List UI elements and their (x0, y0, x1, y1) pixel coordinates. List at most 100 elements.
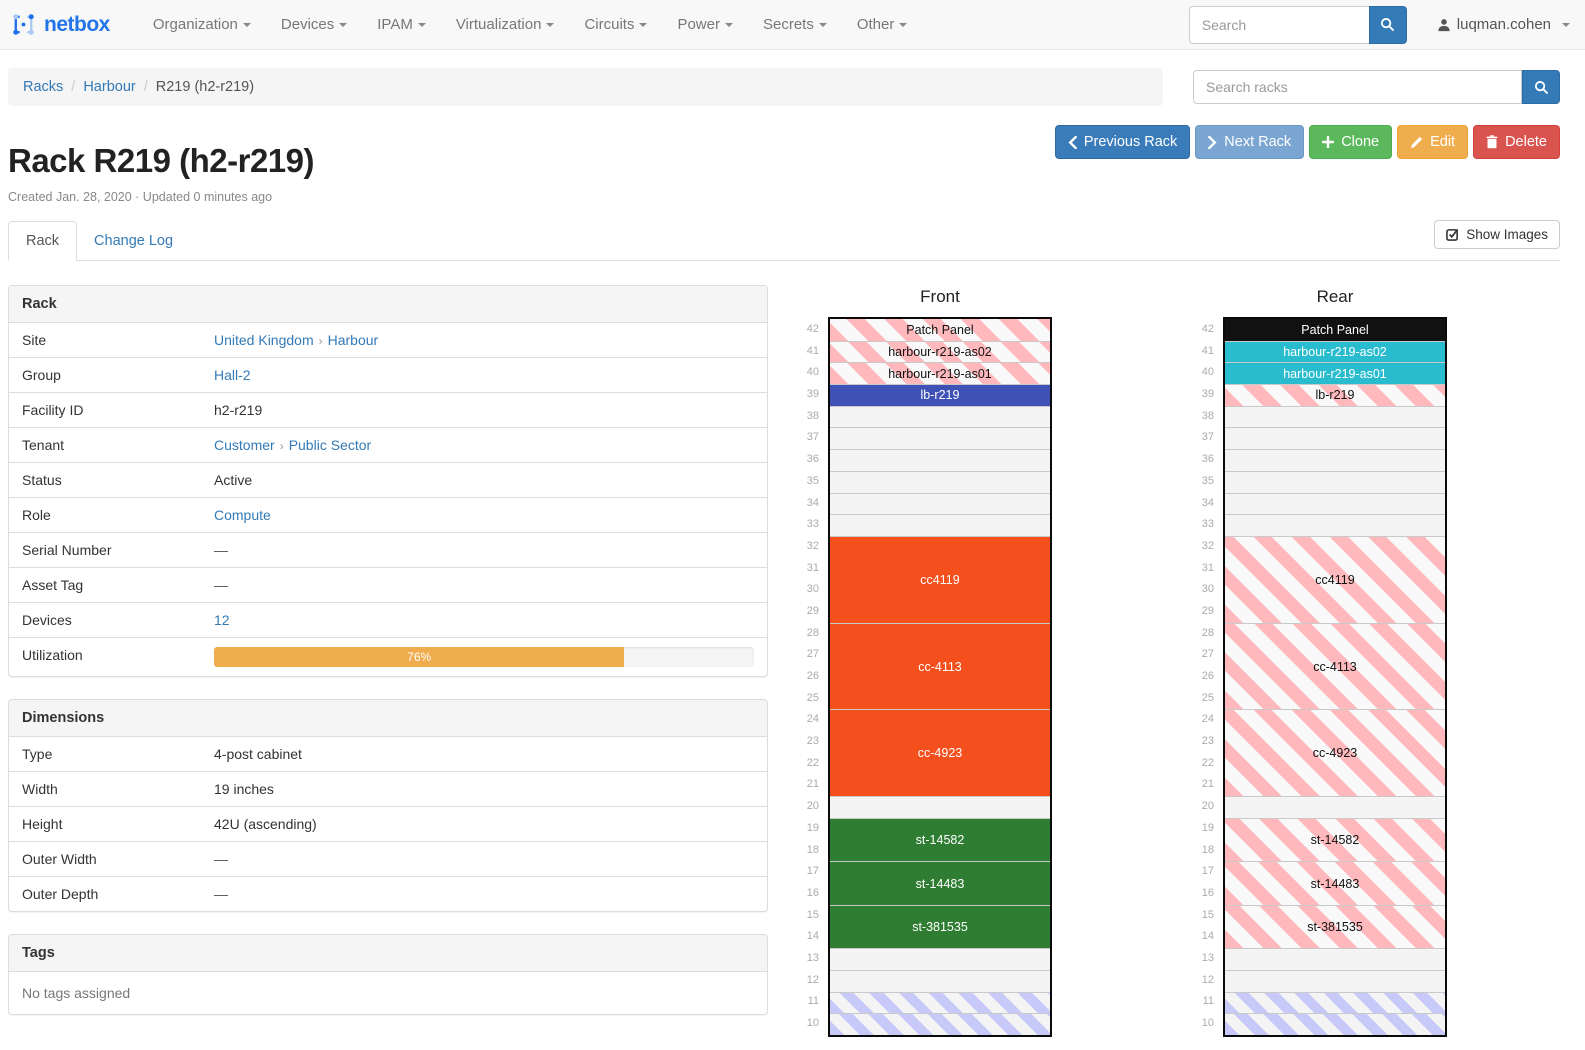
rack-unit-reserved (1225, 1013, 1445, 1035)
navbar-search-button[interactable] (1369, 6, 1407, 44)
unit-number: 22 (794, 753, 819, 775)
attribute-link[interactable]: Harbour (328, 332, 379, 348)
attribute-label: Asset Tag (9, 568, 206, 602)
pencil-icon (1410, 136, 1423, 149)
unit-number: 25 (794, 688, 819, 710)
rack-unit-device[interactable]: harbour-r219-as01 (1225, 362, 1445, 384)
caret-down-icon (418, 23, 426, 27)
attribute-link[interactable]: Customer (214, 437, 275, 453)
rack-unit-device[interactable]: cc4119 (830, 536, 1050, 623)
attribute-link[interactable]: Public Sector (289, 437, 371, 453)
netbox-brand[interactable]: netbox (10, 11, 110, 38)
attribute-value: h2-r219 (206, 393, 767, 427)
rack-unit-empty (830, 427, 1050, 449)
attribute-link[interactable]: United Kingdom (214, 332, 314, 348)
tab-rack[interactable]: Rack (8, 221, 77, 261)
navbar-search-input[interactable] (1189, 6, 1369, 44)
attribute-link[interactable]: Hall-2 (214, 367, 251, 383)
attribute-row: GroupHall-2 (9, 357, 767, 392)
breadcrumb-link[interactable]: Racks (23, 79, 63, 95)
unit-number: 37 (794, 427, 819, 449)
nav-item-circuits[interactable]: Circuits (569, 0, 662, 50)
utilization-progress-fill: 76% (214, 647, 624, 667)
delete-button[interactable]: Delete (1473, 125, 1560, 159)
rack-unit-device[interactable]: st-14483 (1225, 861, 1445, 904)
rack-unit-device[interactable]: Patch Panel (830, 319, 1050, 341)
attribute-row: Height42U (ascending) (9, 806, 767, 841)
attribute-row: Facility IDh2-r219 (9, 392, 767, 427)
attribute-value: — (206, 877, 767, 911)
rack-search-button[interactable] (1522, 70, 1560, 104)
rack-unit-empty (830, 514, 1050, 536)
unit-number: 41 (1189, 341, 1214, 363)
breadcrumb-link[interactable]: Harbour (83, 79, 135, 95)
nav-item-label: Virtualization (456, 16, 542, 33)
attribute-label: Devices (9, 603, 206, 637)
unit-number: 13 (1189, 948, 1214, 970)
rack-unit-device[interactable]: harbour-r219-as02 (1225, 341, 1445, 363)
rack-unit-device[interactable]: st-14582 (830, 818, 1050, 861)
unit-number: 34 (794, 493, 819, 515)
unit-number: 22 (1189, 753, 1214, 775)
rack-unit-device[interactable]: st-14582 (1225, 818, 1445, 861)
tags-empty-text: No tags assigned (9, 972, 767, 1014)
breadcrumb: Racks/Harbour/R219 (h2-r219) (8, 68, 1163, 106)
unit-number: 20 (1189, 796, 1214, 818)
search-icon (1380, 17, 1395, 32)
nav-item-secrets[interactable]: Secrets (748, 0, 842, 50)
nav-item-devices[interactable]: Devices (266, 0, 362, 50)
unit-number: 19 (1189, 818, 1214, 840)
attribute-link[interactable]: Compute (214, 507, 271, 523)
user-icon (1437, 18, 1451, 32)
attribute-value: 76% (206, 638, 767, 676)
unit-number: 31 (794, 558, 819, 580)
previous-rack-button[interactable]: Previous Rack (1055, 125, 1190, 159)
unit-number: 23 (794, 731, 819, 753)
rack-unit-device[interactable]: cc-4923 (1225, 709, 1445, 796)
caret-down-icon (1562, 23, 1570, 27)
rack-unit-device[interactable]: cc-4923 (830, 709, 1050, 796)
rack-unit-device[interactable]: lb-r219 (1225, 384, 1445, 406)
clone-button[interactable]: Clone (1309, 125, 1392, 159)
nav-item-virtualization[interactable]: Virtualization (441, 0, 570, 50)
unit-number: 16 (794, 883, 819, 905)
nav-item-organization[interactable]: Organization (138, 0, 266, 50)
attribute-label: Width (9, 772, 206, 806)
rack-unit-device[interactable]: st-381535 (830, 905, 1050, 948)
unit-number: 37 (1189, 427, 1214, 449)
nav-item-label: Other (857, 16, 895, 33)
unit-number: 17 (794, 861, 819, 883)
breadcrumb-separator: / (136, 79, 156, 95)
rack-unit-device[interactable]: harbour-r219-as01 (830, 362, 1050, 384)
attribute-row: Outer Width— (9, 841, 767, 876)
show-images-button[interactable]: Show Images (1434, 220, 1560, 249)
nav-item-power[interactable]: Power (662, 0, 748, 50)
tab-change-log[interactable]: Change Log (77, 222, 190, 260)
caret-down-icon (725, 23, 733, 27)
brand-name: netbox (44, 13, 110, 37)
rack-unit-device[interactable]: lb-r219 (830, 384, 1050, 406)
unit-number: 29 (1189, 601, 1214, 623)
attribute-value: — (206, 568, 767, 602)
unit-number: 20 (794, 796, 819, 818)
rack-unit-device[interactable]: Patch Panel (1225, 319, 1445, 341)
rack-unit-device[interactable]: cc-4113 (830, 623, 1050, 710)
unit-number: 11 (1189, 991, 1214, 1013)
rack-unit-device[interactable]: st-381535 (1225, 905, 1445, 948)
rack-unit-device[interactable]: st-14483 (830, 861, 1050, 904)
rack-search-input[interactable] (1193, 70, 1522, 104)
rack-unit-device[interactable]: harbour-r219-as02 (830, 341, 1050, 363)
nav-item-ipam[interactable]: IPAM (362, 0, 441, 50)
caret-down-icon (819, 23, 827, 27)
unit-number: 16 (1189, 883, 1214, 905)
attribute-label: Facility ID (9, 393, 206, 427)
unit-number: 23 (1189, 731, 1214, 753)
rack-unit-device[interactable]: cc-4113 (1225, 623, 1445, 710)
attribute-row: Devices 12 (9, 602, 767, 637)
next-rack-button[interactable]: Next Rack (1195, 125, 1304, 159)
attribute-link[interactable]: 12 (214, 612, 230, 628)
user-menu[interactable]: luqman.cohen (1437, 16, 1570, 33)
rack-unit-device[interactable]: cc4119 (1225, 536, 1445, 623)
nav-item-other[interactable]: Other (842, 0, 923, 50)
edit-button[interactable]: Edit (1397, 125, 1468, 159)
